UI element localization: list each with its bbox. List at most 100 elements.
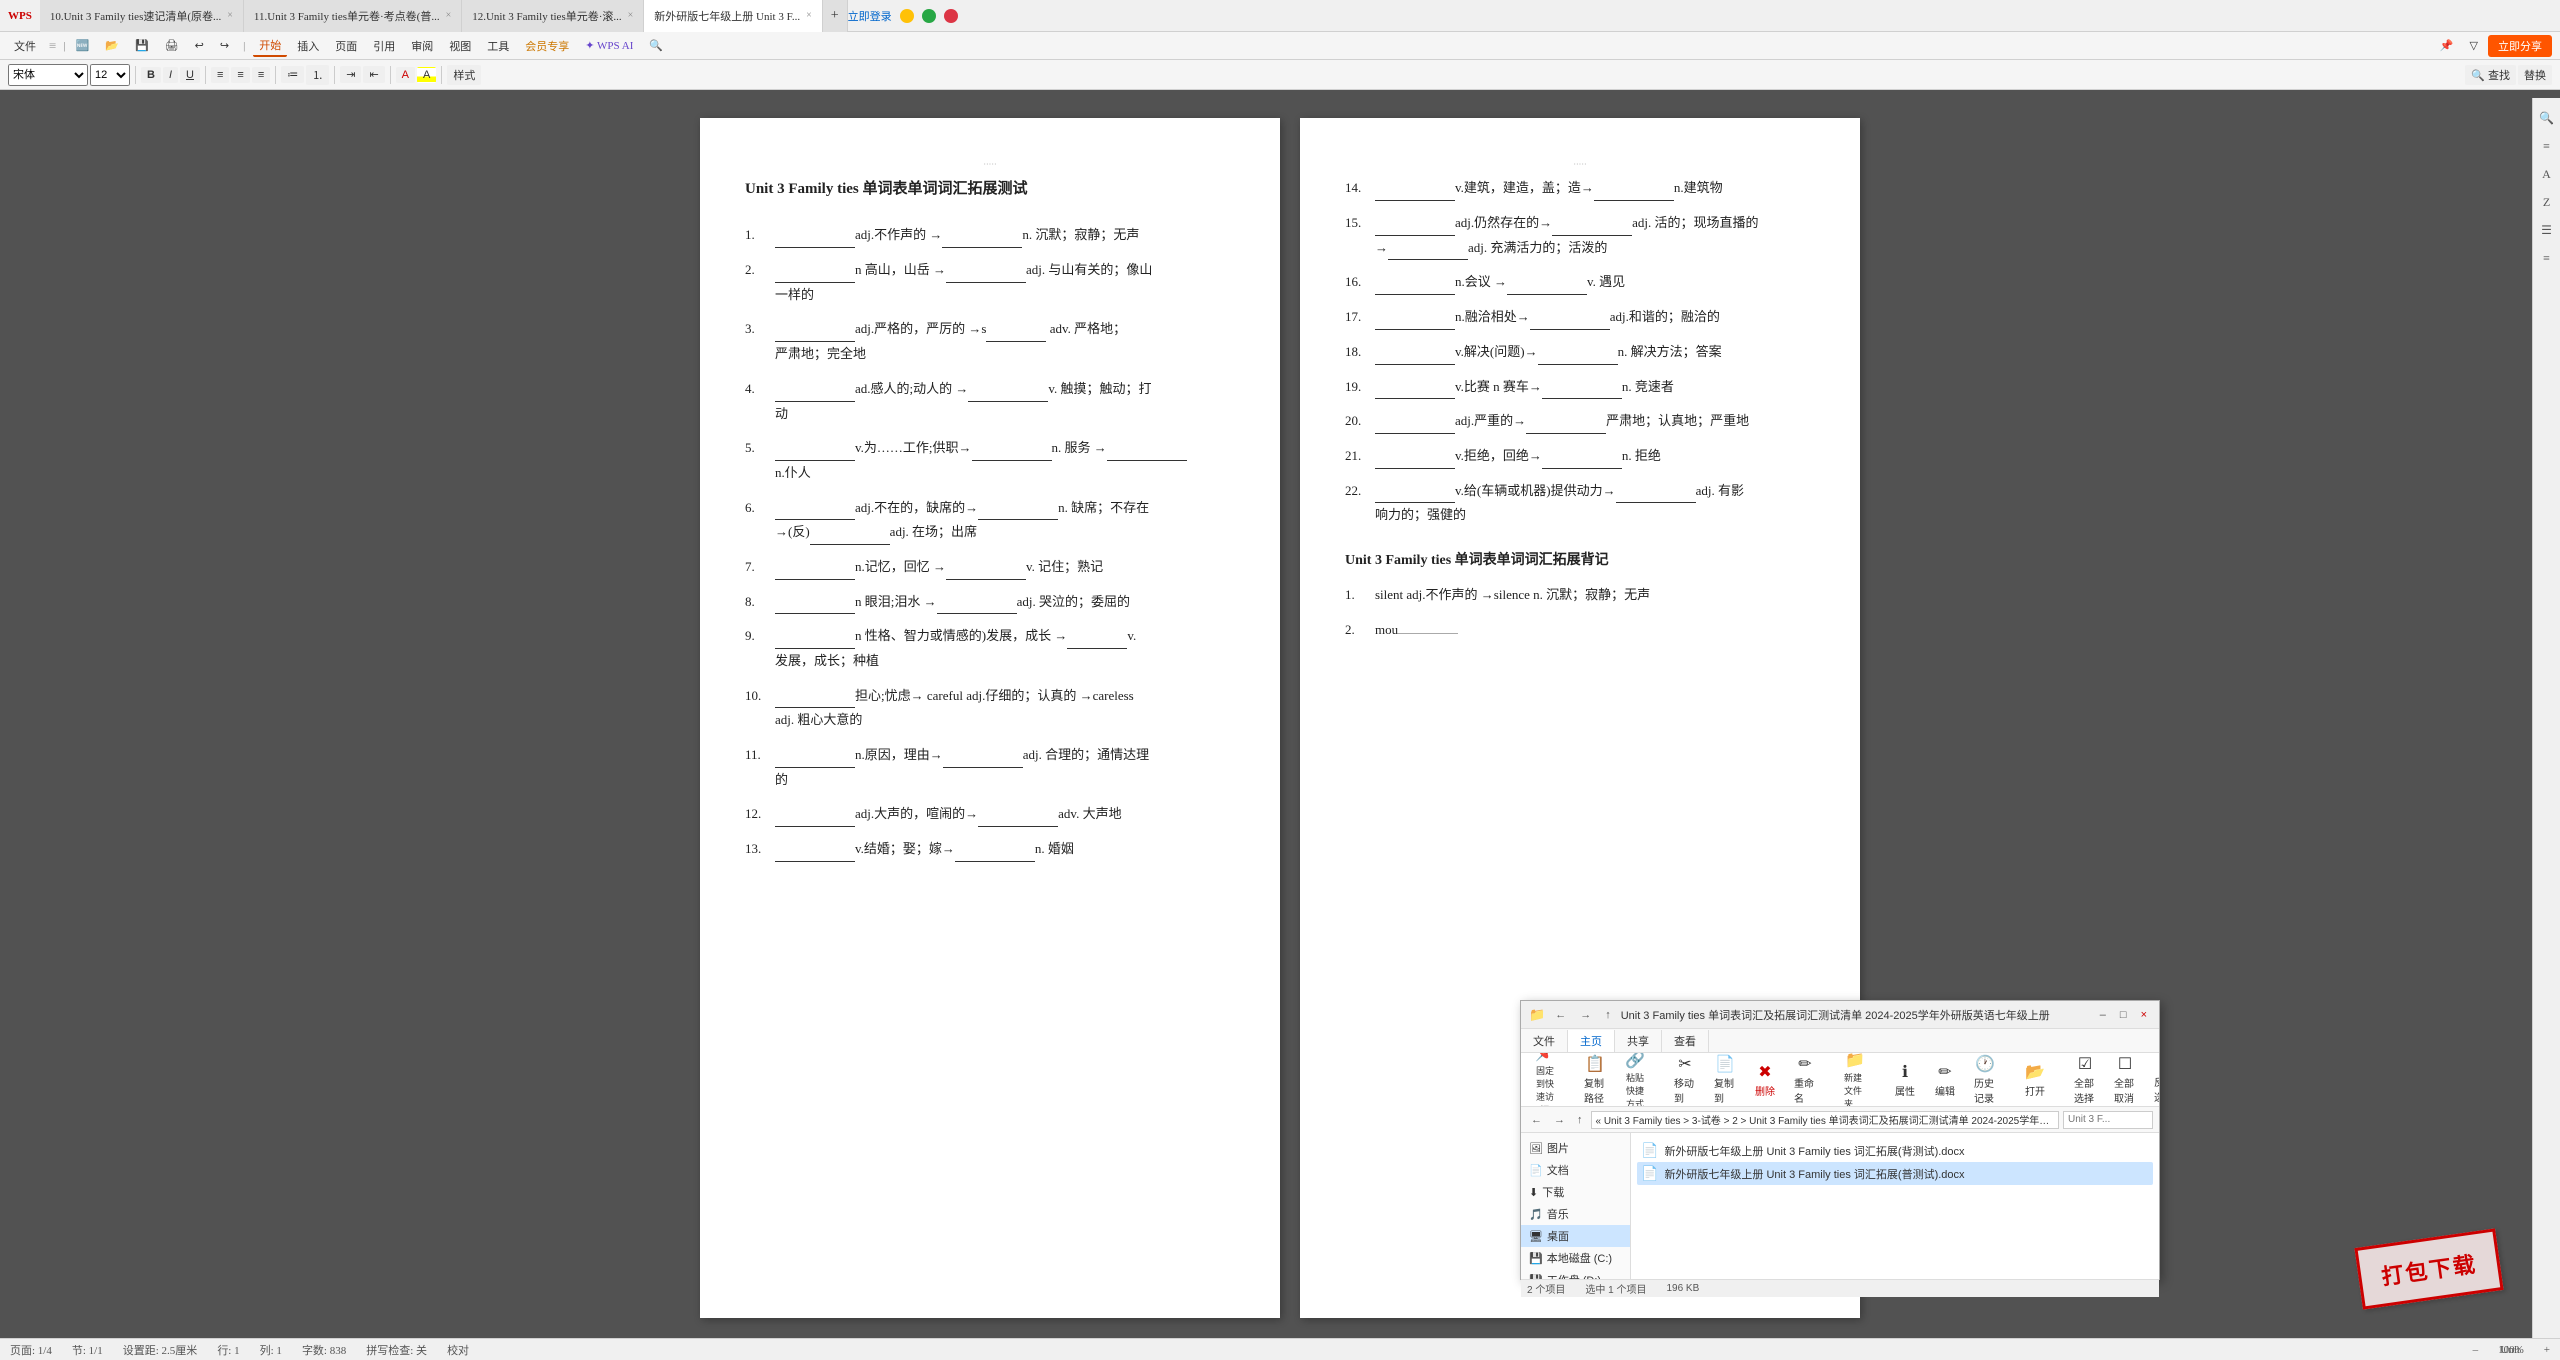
tab-home[interactable]: 开始	[253, 35, 287, 57]
right-sidebar-icon-6[interactable]: ≡	[2537, 248, 2557, 268]
fe-sidebar-desktop[interactable]: 🖥 桌面	[1521, 1225, 1630, 1247]
fe-rename-btn[interactable]: ✏ 重命名	[1787, 1053, 1823, 1107]
tab-2-close[interactable]: ×	[446, 10, 452, 21]
file-item-2[interactable]: 📄 新外研版七年级上册 Unit 3 Family ties 词汇拓展(普测试)…	[1637, 1162, 2153, 1185]
minimize-button[interactable]	[900, 9, 914, 23]
bullet-list-btn[interactable]: ≔	[281, 66, 304, 83]
fe-invertsel-btn[interactable]: ↔ 反向选择	[2147, 1053, 2159, 1107]
fe-open-btn[interactable]: 📂 打开	[2017, 1059, 2053, 1101]
toolbar-file[interactable]: 文件	[8, 36, 42, 56]
fe-addr-up-btn[interactable]: ↑	[1573, 1113, 1587, 1127]
tab-review[interactable]: 审阅	[405, 36, 439, 56]
statusbar-zoom-out[interactable]: –	[2473, 1344, 2479, 1356]
tab-1-close[interactable]: ×	[227, 10, 233, 21]
text-color-btn[interactable]: A	[396, 67, 415, 83]
tab-references[interactable]: 引用	[367, 36, 401, 56]
toolbar-save[interactable]: 💾	[129, 37, 155, 54]
fe-sidebar-music[interactable]: 🎵 音乐	[1521, 1203, 1630, 1225]
fe-address-input[interactable]: « Unit 3 Family ties > 3-试卷 > 2 > Unit 3…	[1591, 1111, 2060, 1129]
outdent-btn[interactable]: ⇤	[363, 66, 384, 83]
toolbar-redo[interactable]: ↪	[214, 37, 235, 54]
align-left-btn[interactable]: ≡	[211, 67, 229, 83]
fe-newfolder-btn[interactable]: 📁 新建文件夹	[1837, 1053, 1873, 1107]
fe-history-btn[interactable]: 🕐 历史记录	[1967, 1053, 2003, 1107]
close-button[interactable]	[944, 9, 958, 23]
italic-btn[interactable]: I	[163, 67, 178, 83]
fe-sidebar-downloads[interactable]: ⬇ 下载	[1521, 1181, 1630, 1203]
tab-page[interactable]: 页面	[329, 36, 363, 56]
fe-maximize-btn[interactable]: □	[2116, 1008, 2131, 1022]
fe-move-btn[interactable]: ✂ 移动到	[1667, 1053, 1703, 1107]
tab-3[interactable]: 12.Unit 3 Family ties单元卷·滚... ×	[462, 0, 644, 32]
fe-back-btn[interactable]: ←	[1551, 1008, 1570, 1022]
maximize-button[interactable]	[922, 9, 936, 23]
fe-tab-share[interactable]: 共享	[1615, 1030, 1662, 1052]
fe-pin-btn[interactable]: 📌 固定到快速访问	[1527, 1053, 1563, 1107]
tab-vip[interactable]: 会员专享	[519, 36, 575, 56]
fe-deselectall-btn[interactable]: ☐ 全部取消	[2107, 1053, 2143, 1107]
tab-3-close[interactable]: ×	[628, 10, 634, 21]
fe-close-btn[interactable]: ×	[2137, 1008, 2151, 1022]
right-sidebar-icon-4[interactable]: Z	[2537, 192, 2557, 212]
tab-2[interactable]: 11.Unit 3 Family ties单元卷·考点卷(普... ×	[244, 0, 462, 32]
fe-tab-view[interactable]: 查看	[1662, 1030, 1709, 1052]
tab-tools[interactable]: 工具	[481, 36, 515, 56]
fe-sidebar-pictures[interactable]: 🖼 图片	[1521, 1137, 1630, 1159]
numbered-list-btn[interactable]: ⒈	[306, 65, 329, 85]
tab-4[interactable]: 新外研版七年级上册 Unit 3 F... ×	[644, 0, 822, 32]
fe-copy-btn[interactable]: 📄 复制到	[1707, 1053, 1743, 1107]
indent-btn[interactable]: ⇥	[340, 66, 361, 83]
find-btn[interactable]: 🔍 查找	[2465, 65, 2516, 85]
fe-sidebar-c-drive[interactable]: 💾 本地磁盘 (C:)	[1521, 1247, 1630, 1269]
fe-tab-file[interactable]: 文件	[1521, 1030, 1568, 1052]
search-icon[interactable]: 🔍	[643, 37, 669, 54]
fe-addr-back-btn[interactable]: ←	[1527, 1113, 1546, 1127]
align-right-btn[interactable]: ≡	[252, 67, 270, 83]
tab-4-close[interactable]: ×	[806, 10, 812, 21]
wps-ai-btn[interactable]: ✦ WPS AI	[579, 37, 639, 54]
file-item-1[interactable]: 📄 新外研版七年级上册 Unit 3 Family ties 词汇拓展(背测试)…	[1637, 1139, 2153, 1162]
fe-tab-home[interactable]: 主页	[1568, 1030, 1615, 1052]
download-stamp[interactable]: 打包下载	[2358, 1238, 2500, 1300]
q4-content: ad.感人的;动人的 →v. 触摸；触动；打动	[775, 377, 1235, 426]
fe-sidebar-d-drive[interactable]: 💾 工作盘 (D:)	[1521, 1269, 1630, 1279]
align-center-btn[interactable]: ≡	[231, 67, 249, 83]
fe-selectall-btn[interactable]: ☑ 全部选择	[2067, 1053, 2103, 1107]
tab-insert[interactable]: 插入	[291, 36, 325, 56]
fe-edit-btn[interactable]: ✏ 编辑	[1927, 1059, 1963, 1101]
fe-delete-btn[interactable]: ✖ 删除	[1747, 1059, 1783, 1101]
highlight-btn[interactable]: A	[417, 67, 436, 83]
font-family-select[interactable]: 宋体	[8, 64, 88, 86]
right-sidebar-icon-1[interactable]: 🔍	[2537, 108, 2557, 128]
fe-minimize-btn[interactable]: –	[2096, 1008, 2110, 1022]
stamp-label[interactable]: 打包下载	[2354, 1228, 2503, 1309]
statusbar-zoom-in[interactable]: +	[2544, 1344, 2550, 1356]
fe-search-input[interactable]	[2063, 1111, 2153, 1129]
underline-btn[interactable]: U	[180, 67, 200, 83]
tab-view[interactable]: 视图	[443, 36, 477, 56]
toolbar-print[interactable]: 🖨	[159, 37, 185, 54]
fe-up-btn[interactable]: ↑	[1601, 1008, 1615, 1022]
fe-paste-shortcut-btn[interactable]: 🔗 粘贴快捷方式	[1617, 1053, 1653, 1107]
fe-copy-path-btn[interactable]: 📋 复制路径	[1577, 1053, 1613, 1107]
fe-addr-forward-btn[interactable]: →	[1550, 1113, 1569, 1127]
share-button[interactable]: 立即分享	[2488, 35, 2552, 57]
pin-icon[interactable]: 📌	[2434, 37, 2460, 54]
fe-properties-btn[interactable]: ℹ 属性	[1887, 1059, 1923, 1101]
collapse-icon[interactable]: ▽	[2464, 37, 2484, 54]
toolbar-open[interactable]: 📂	[99, 37, 125, 54]
new-tab-btn[interactable]: +	[823, 0, 848, 32]
right-sidebar-icon-2[interactable]: ≡	[2537, 136, 2557, 156]
fe-sidebar-documents[interactable]: 📄 文档	[1521, 1159, 1630, 1181]
right-sidebar-icon-5[interactable]: ☰	[2537, 220, 2557, 240]
login-button[interactable]: 立即登录	[848, 8, 892, 24]
right-sidebar-icon-3[interactable]: A	[2537, 164, 2557, 184]
bold-btn[interactable]: B	[141, 67, 161, 83]
fe-forward-btn[interactable]: →	[1576, 1008, 1595, 1022]
toolbar-new[interactable]: 🆕	[70, 37, 96, 54]
tab-1[interactable]: 10.Unit 3 Family ties速记清单(原卷... ×	[40, 0, 244, 32]
replace-btn[interactable]: 替换	[2518, 65, 2552, 85]
toolbar-undo[interactable]: ↩	[189, 37, 210, 54]
styles-btn[interactable]: 样式	[447, 65, 481, 85]
font-size-select[interactable]: 12	[90, 64, 130, 86]
